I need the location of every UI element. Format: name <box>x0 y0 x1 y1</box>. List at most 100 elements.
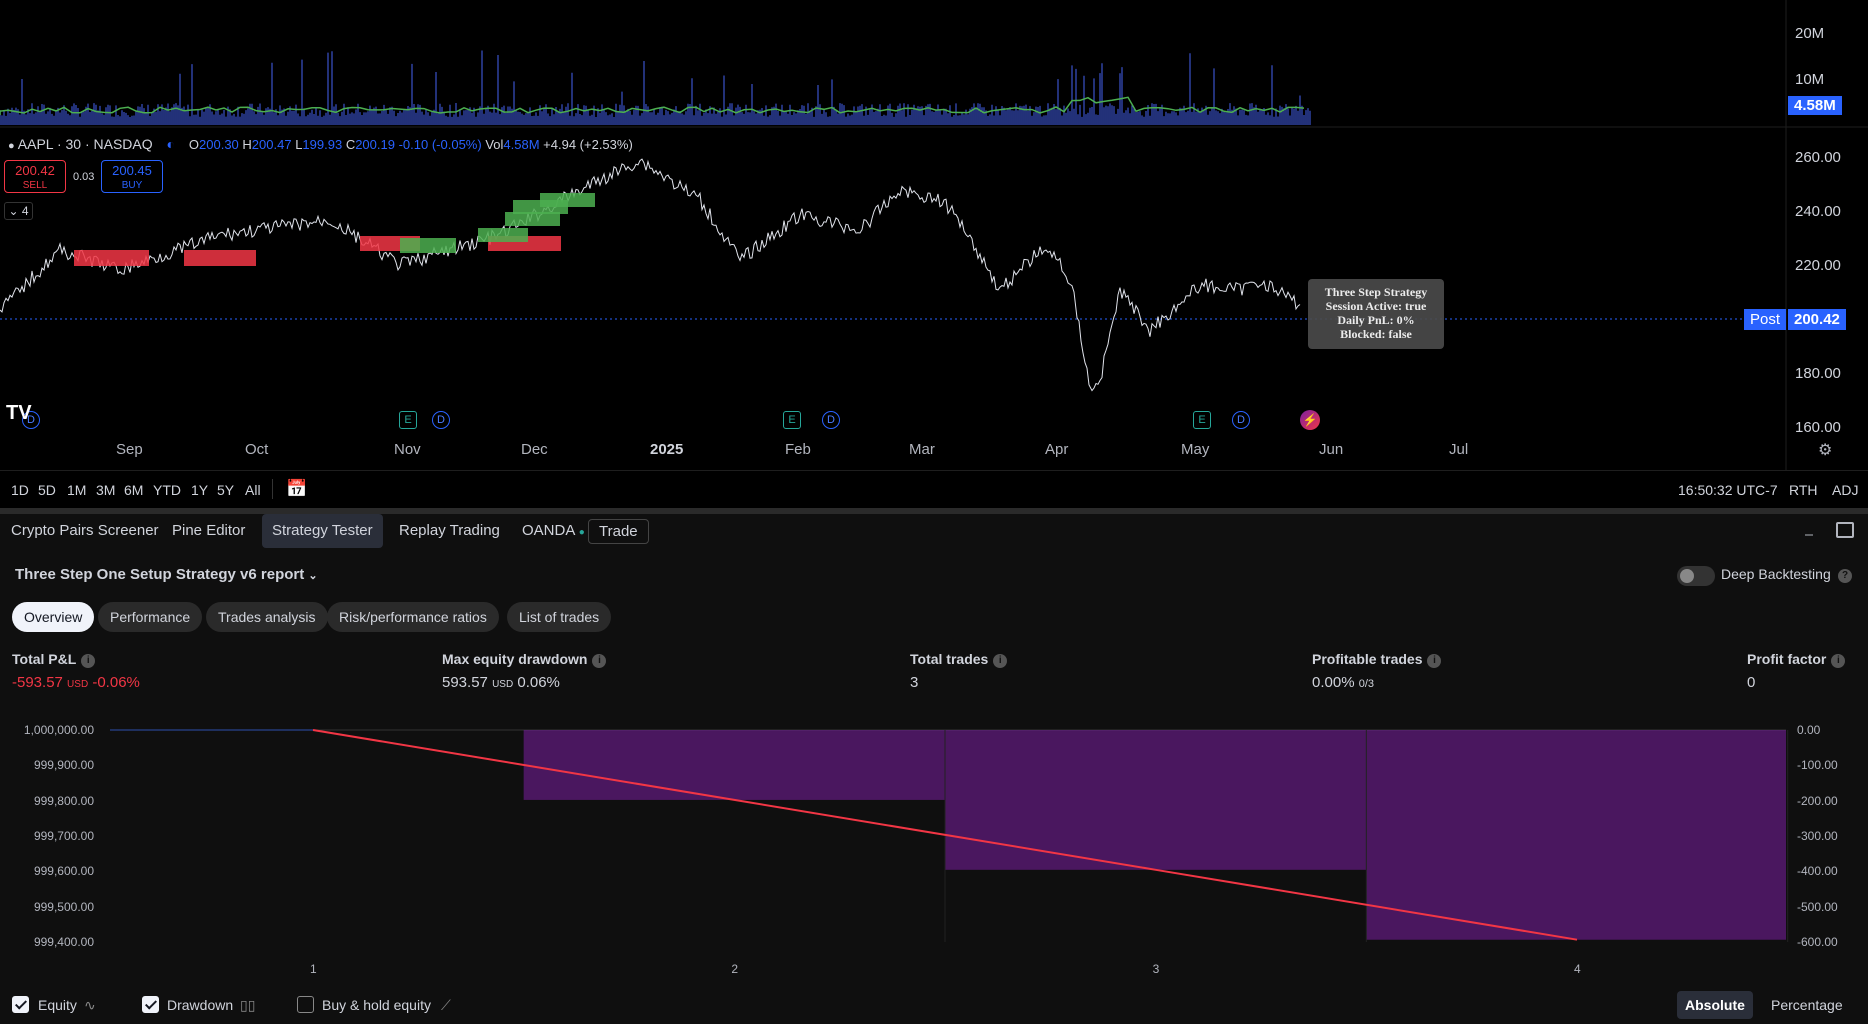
time-axis-label: Oct <box>245 441 269 458</box>
drawdown-bar <box>1366 730 1786 940</box>
range-button[interactable]: 5Y <box>217 482 234 498</box>
percentage-button[interactable]: Percentage <box>1763 991 1851 1019</box>
equity-axis-label: 999,500.00 <box>33 899 94 914</box>
open-value: 200.30 <box>199 137 239 152</box>
trade-number-label: 3 <box>1152 962 1160 976</box>
chevron-down-icon: ⌄ <box>308 570 318 582</box>
price-axis-label: 260.00 <box>1795 149 1841 166</box>
equity-axis-label: 999,600.00 <box>33 864 94 879</box>
dividend-event-icon[interactable]: D <box>1232 411 1250 429</box>
symbol-legend: ● AAPL · 30 · NASDAQ ◐ O200.30 H200.47 L… <box>8 136 633 152</box>
price-chart[interactable]: 20M 10M 4.58M 260.00 240.00 220.00 180.0… <box>0 0 1868 470</box>
time-axis-label: Jul <box>1449 441 1469 458</box>
sell-button[interactable]: 200.42 SELL <box>4 160 66 193</box>
minimize-icon[interactable]: ⎯ <box>1805 526 1813 544</box>
time-axis-label: Nov <box>394 441 421 458</box>
range-button[interactable]: 1D <box>11 482 29 498</box>
indicators-collapse-button[interactable]: ⌄ 4 <box>4 202 33 220</box>
equity-axis-label: 999,400.00 <box>33 935 94 949</box>
equity-axis-label: 1,000,000.00 <box>23 723 94 737</box>
info-icon[interactable]: i <box>1831 654 1846 668</box>
time-axis-label: Feb <box>785 441 811 458</box>
connected-dot-icon: ● <box>578 527 585 538</box>
report-title[interactable]: Three Step One Setup Strategy v6 report … <box>15 566 318 583</box>
equity-axis-label: 999,800.00 <box>33 793 94 808</box>
range-button[interactable]: 5D <box>38 482 56 498</box>
deep-backtesting-toggle[interactable] <box>1677 566 1715 586</box>
subtab-performance[interactable]: Performance <box>98 602 203 632</box>
info-icon[interactable]: i <box>993 654 1008 668</box>
subtab-trades-analysis[interactable]: Trades analysis <box>206 602 328 632</box>
range-button[interactable]: All <box>245 482 261 498</box>
metric-title: Total P&L i <box>12 651 96 668</box>
strategy-trade-box <box>505 212 560 226</box>
tradingview-logo-icon: TV <box>6 402 32 424</box>
range-bar: 1D 5D 1M 3M 6M YTD 1Y 5Y All 📅 16:50:32 … <box>0 470 1868 508</box>
metric-title: Profit factor i <box>1747 651 1846 668</box>
range-button[interactable]: 3M <box>96 482 115 498</box>
range-button[interactable]: 1Y <box>191 482 208 498</box>
date-range-calendar-icon[interactable]: 📅 <box>286 479 307 499</box>
chevron-down-icon: ⌄ <box>8 204 19 218</box>
metric-title: Max equity drawdown i <box>442 651 607 668</box>
buy-button[interactable]: 200.45 BUY <box>101 160 163 193</box>
earnings-event-icon[interactable]: E <box>783 411 801 429</box>
maximize-icon[interactable] <box>1836 522 1854 538</box>
subtab-risk-performance-ratios[interactable]: Risk/performance ratios <box>327 602 499 632</box>
equity-checkbox[interactable] <box>12 996 29 1013</box>
tab-replay-trading[interactable]: Replay Trading <box>389 514 510 548</box>
low-value: 199.93 <box>302 137 343 152</box>
price-axis-label: 220.00 <box>1795 257 1841 274</box>
equity-chart[interactable] <box>0 720 1868 960</box>
earnings-event-icon[interactable]: E <box>399 411 417 429</box>
drawdown-axis-label: -600.00 <box>1797 935 1838 949</box>
time-axis-label: 2025 <box>650 441 684 458</box>
bottom-panel-tabs: Crypto Pairs Screener Pine Editor Strate… <box>0 514 1868 552</box>
tab-crypto-pairs-screener[interactable]: Crypto Pairs Screener <box>1 514 169 548</box>
volume-current-badge: 4.58M <box>1788 96 1842 115</box>
time-axis-label: Apr <box>1045 441 1069 458</box>
clock-time[interactable]: 16:50:32 UTC-7 <box>1678 482 1778 498</box>
absolute-button[interactable]: Absolute <box>1677 991 1753 1019</box>
high-value: 200.47 <box>251 137 292 152</box>
dividend-event-icon[interactable]: D <box>822 411 840 429</box>
help-icon[interactable]: ? <box>1838 569 1852 583</box>
dividend-event-icon[interactable]: D <box>432 411 450 429</box>
info-icon[interactable]: i <box>81 654 96 668</box>
range-button[interactable]: YTD <box>153 482 181 498</box>
metric-title: Profitable trades i <box>1312 651 1442 668</box>
tab-pine-editor[interactable]: Pine Editor <box>162 514 255 548</box>
drawdown-bar <box>945 730 1367 870</box>
total-trades-value: 3 <box>910 674 919 691</box>
tab-strategy-tester[interactable]: Strategy Tester <box>262 514 383 548</box>
volume-bars <box>0 50 1311 125</box>
adjust-button[interactable]: ADJ <box>1832 482 1858 498</box>
info-icon[interactable]: i <box>592 654 607 668</box>
session-button[interactable]: RTH <box>1789 482 1818 498</box>
trade-button[interactable]: Trade <box>588 519 649 544</box>
metric-title: Total trades i <box>910 651 1008 668</box>
subtab-overview[interactable]: Overview <box>12 602 95 632</box>
divider <box>272 479 273 499</box>
subtab-list-of-trades[interactable]: List of trades <box>507 602 612 632</box>
strategy-trade-box <box>478 228 528 242</box>
strategy-status-label: Three Step Strategy Session Active: true… <box>1308 279 1444 349</box>
drawdown-checkbox[interactable] <box>142 996 159 1013</box>
lightning-event-icon[interactable]: ⚡ <box>1300 410 1320 430</box>
drawdown-label: Drawdown <box>167 997 234 1013</box>
buy-hold-checkbox[interactable] <box>297 996 314 1013</box>
price-chart-canvas[interactable] <box>0 0 1868 470</box>
tab-oanda[interactable]: OANDA ● <box>512 514 595 548</box>
range-button[interactable]: 1M <box>67 482 86 498</box>
symbol-title[interactable]: AAPL · 30 · NASDAQ <box>18 136 153 152</box>
time-axis-label: Dec <box>521 441 548 458</box>
earnings-event-icon[interactable]: E <box>1193 411 1211 429</box>
equity-line-icon: ∿ <box>84 997 96 1013</box>
strategy-trade-box <box>74 250 149 266</box>
profitable-trades-value: 0.00% 0/3 <box>1312 674 1375 691</box>
equity-axis-label: 999,900.00 <box>33 758 94 773</box>
settings-gear-icon[interactable]: ⚙ <box>1818 440 1832 460</box>
extra-change: +4.94 (+2.53%) <box>543 137 633 152</box>
range-button[interactable]: 6M <box>124 482 143 498</box>
info-icon[interactable]: i <box>1427 654 1442 668</box>
